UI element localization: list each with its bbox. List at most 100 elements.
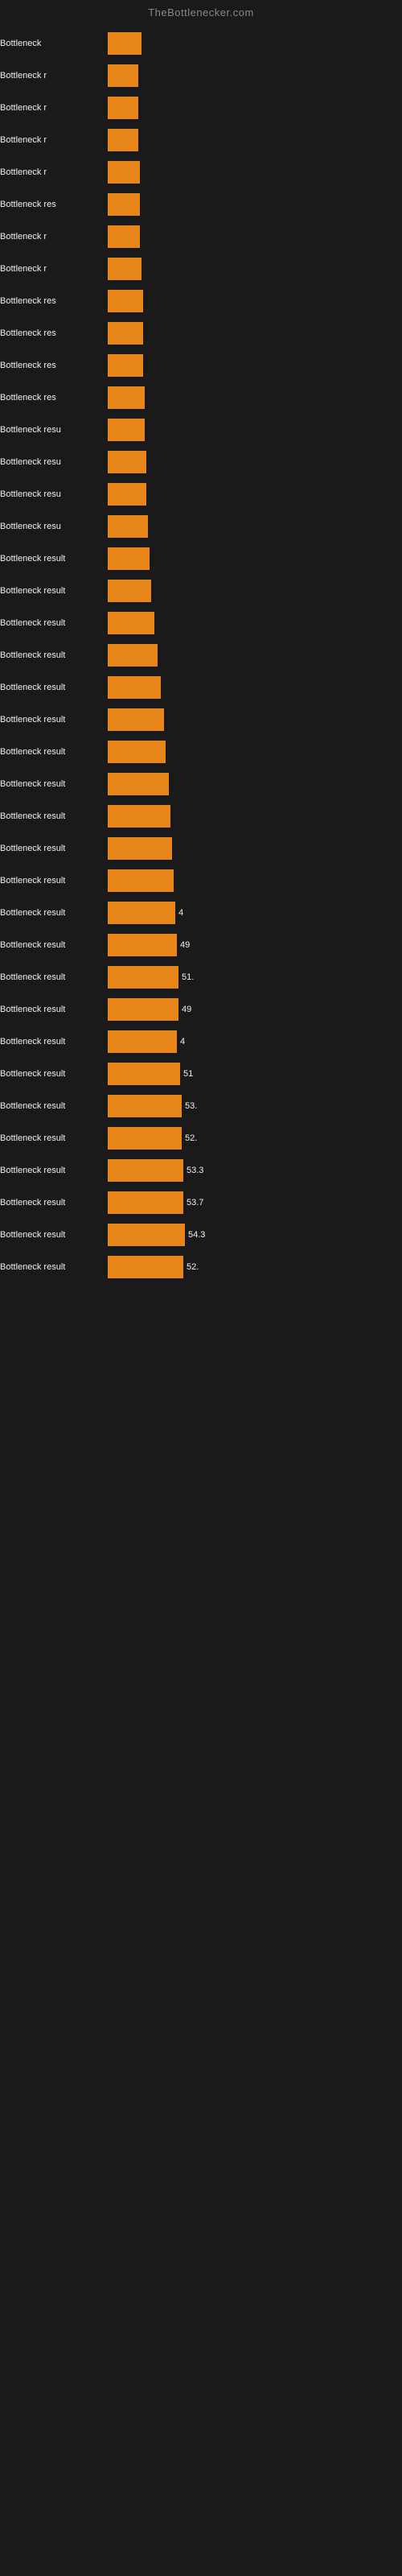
bar-wrapper [108,32,394,55]
bar-row: Bottleneck res [0,384,394,411]
bar-label: Bottleneck r [0,135,105,145]
bar [108,32,142,55]
bar [108,258,142,280]
bar-label: Bottleneck result [0,715,105,724]
bar-row: Bottleneck result51. [0,964,394,991]
bar-label: Bottleneck resu [0,489,105,499]
bar-value: 4 [178,908,183,918]
bar-wrapper [108,451,394,473]
bar-wrapper [108,97,394,119]
bar-wrapper [108,869,394,892]
bar-row: Bottleneck res [0,352,394,379]
bar [108,386,145,409]
bar-wrapper: 52. [108,1127,394,1150]
bar-row: Bottleneck result49 [0,996,394,1023]
bar-row: Bottleneck result [0,835,394,862]
bar-row: Bottleneck result 51 [0,1060,394,1088]
bar-row: Bottleneck result53.3 [0,1157,394,1184]
bar-row: Bottleneck result 53.7 [0,1189,394,1216]
bar-label: Bottleneck r [0,167,105,177]
bar-label: Bottleneck res [0,296,105,306]
bar [108,612,154,634]
bar [108,966,178,989]
bar-wrapper [108,580,394,602]
bar-row: Bottleneck result [0,545,394,572]
bar-wrapper [108,741,394,763]
bar [108,1095,182,1117]
bar-label: Bottleneck result [0,844,105,853]
bar-label: Bottleneck r [0,103,105,113]
bar [108,869,174,892]
bar-value: 53.7 [187,1198,203,1208]
bar-value: 4 [180,1037,185,1046]
bar-row: Bottleneck result4 [0,899,394,927]
bar-wrapper: 4 [108,902,394,924]
bar-wrapper [108,773,394,795]
bar-row: Bottleneck result [0,738,394,766]
bar-wrapper [108,419,394,441]
bar-row: Bottleneck r [0,94,394,122]
bar-label: Bottleneck r [0,264,105,274]
bar-wrapper [108,129,394,151]
bar [108,676,161,699]
bar [108,97,138,119]
bar-label: Bottleneck res [0,328,105,338]
bar-label: Bottleneck result [0,779,105,789]
bar [108,322,143,345]
bar-label: Bottleneck result [0,1133,105,1143]
bar-label: Bottleneck r [0,71,105,80]
bar-label: Bottleneck res [0,200,105,209]
bar-wrapper [108,483,394,506]
bar-wrapper [108,193,394,216]
bar-label: Bottleneck result [0,683,105,692]
bar-row: Bottleneck result [0,577,394,605]
bar-wrapper [108,515,394,538]
bar-row: Bottleneck result52. [0,1253,394,1281]
bar [108,741,166,763]
bar-wrapper: 49 [108,934,394,956]
bar-value: 49 [180,940,190,950]
bar [108,1159,183,1182]
bar-label: Bottleneck result [0,1198,105,1208]
bar [108,225,140,248]
bar [108,1127,182,1150]
bar-value: 51 [183,1069,193,1079]
bar-label: Bottleneck result [0,1166,105,1175]
bar-value: 52. [185,1133,197,1143]
bar [108,1224,185,1246]
site-title: TheBottlenecker.com [0,0,402,22]
bar-wrapper [108,354,394,377]
bar-wrapper: 53. [108,1095,394,1117]
bar-wrapper [108,708,394,731]
bar-row: Bottleneck r [0,255,394,283]
bar-row: Bottleneck result49 [0,931,394,959]
bar [108,547,150,570]
bar-label: Bottleneck result [0,1069,105,1079]
bar-label: Bottleneck res [0,361,105,370]
bar-label: Bottleneck result [0,1262,105,1272]
bar [108,1191,183,1214]
bar-value: 54.3 [188,1230,205,1240]
bar-row: Bottleneck result [0,770,394,798]
bar-row: Bottleneck result [0,609,394,637]
bar-wrapper: 51. [108,966,394,989]
bar-wrapper: 53.7 [108,1191,394,1214]
bar [108,902,175,924]
bar-label: Bottleneck result [0,811,105,821]
bar [108,515,148,538]
bar [108,64,138,87]
bar-wrapper [108,805,394,828]
bar [108,129,138,151]
bar-wrapper: 4 [108,1030,394,1053]
bar [108,805,170,828]
bar-wrapper [108,64,394,87]
bar-row: Bottleneck result [0,867,394,894]
bar-wrapper: 53.3 [108,1159,394,1182]
bar-row: Bottleneck resu [0,448,394,476]
bar-label: Bottleneck result [0,1230,105,1240]
bar [108,998,178,1021]
bar-row: Bottleneck r [0,126,394,154]
bar-wrapper: 54.3 [108,1224,394,1246]
bar [108,161,140,184]
bar-row: Bottleneck r [0,223,394,250]
